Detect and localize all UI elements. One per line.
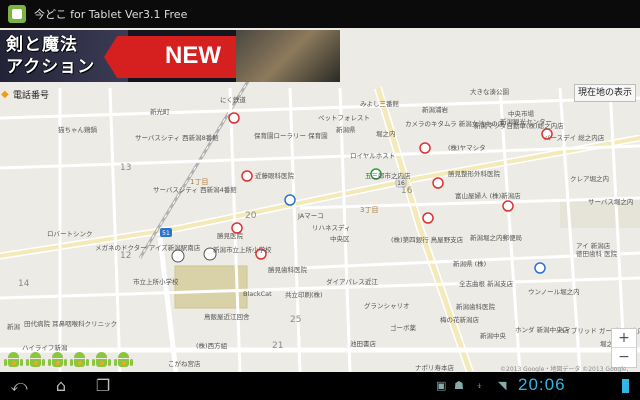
back-icon[interactable]: ⤺	[8, 376, 30, 396]
map-label: サーバスシティ 西新潟4番館	[153, 185, 237, 194]
map-label: 16	[401, 186, 413, 196]
map-label: リハネスディ	[312, 223, 351, 232]
map-label: クレア堀之内	[570, 174, 609, 183]
app-icon	[8, 5, 26, 23]
info-bar: ◆ 電話番号	[0, 86, 49, 102]
system-navigation-bar: ⤺ ⌂ ❐ ▣ ☗ ⍖ ◥ 20:06	[0, 372, 640, 400]
android-icon[interactable]	[69, 352, 90, 370]
app-title: 今どこ for Tablet Ver3.1 Free	[34, 8, 188, 21]
map-label: 近藤眼科医院	[255, 171, 295, 180]
clock: 20:06	[518, 375, 566, 394]
notification-icon: ▣	[436, 379, 447, 392]
map-label: JAマーコ	[297, 212, 324, 220]
map-label: 堀之内	[376, 129, 396, 138]
map-label: 中央市場	[508, 109, 535, 118]
map-label: 3丁目	[360, 206, 378, 214]
map-label: アイ 新潟店	[576, 241, 611, 250]
android-icon[interactable]	[113, 352, 134, 370]
map-label: ダイアパレス近江	[326, 277, 378, 286]
map-label: 中央区	[330, 234, 350, 243]
map-label: 保育園ローラリー 保育園	[254, 131, 328, 140]
ad-banner[interactable]: 剣と魔法 アクション NEW	[0, 30, 340, 82]
map-label: 鳥飯屋近江回舎	[204, 312, 250, 321]
map-label: 新潟歯科医院	[456, 302, 496, 311]
ad-new-label: NEW	[165, 42, 221, 69]
map-label: BlackCat	[243, 290, 272, 298]
map-label: バースデイ 総之内店	[544, 133, 605, 142]
phone-number-label: 電話番号	[13, 90, 50, 101]
map-label: メガネのドクター アイズ新潟駅南店	[95, 243, 201, 252]
map-label: 新潟県 (株)	[453, 259, 486, 268]
map-label: 25	[290, 315, 301, 325]
map-label: ロイヤルホスト	[350, 152, 395, 160]
map-label: 新潟県	[336, 125, 356, 134]
recent-apps-icon[interactable]: ❐	[92, 376, 114, 396]
zoom-in-button[interactable]: +	[612, 329, 636, 348]
map-label: 新潟市立上所小学校	[213, 245, 272, 254]
android-icon[interactable]	[91, 352, 112, 370]
map-label: 梅の花新潟店	[440, 315, 480, 324]
map-label: ゴーボ薬	[390, 323, 417, 332]
map-label: 猫ちゃん鶏鍋	[58, 125, 98, 134]
map-label: こがね宮店	[168, 359, 201, 368]
map-label: 徳田歯科 医院	[576, 249, 618, 258]
android-icon[interactable]	[47, 352, 68, 370]
title-bar: 今どこ for Tablet Ver3.1 Free	[0, 0, 640, 28]
map-label: 勝見医院	[217, 231, 244, 240]
map-label: 共立印刷(株)	[285, 290, 323, 299]
map-label: 勝見整形外科医院	[448, 169, 501, 178]
map-label: 13	[120, 163, 131, 173]
map-label: 14	[18, 279, 30, 289]
map-label: グランシャリオ	[364, 301, 410, 310]
map-label: ハイライフ新潟	[22, 343, 68, 352]
map-label: 新潟	[7, 322, 21, 331]
android-icon[interactable]	[3, 352, 24, 370]
map-label: (株)西方組	[196, 341, 228, 350]
map-label: (株)第四銀行 鳥屋野支店	[391, 235, 464, 244]
current-location-button[interactable]: 現在地の表示	[574, 84, 636, 102]
map-label: 富山屋婦人 (株)新潟店	[455, 191, 521, 200]
map-label: 市立上所小学校	[133, 277, 179, 286]
map-label: 新潟浦岩	[422, 105, 449, 114]
battery-icon	[622, 379, 629, 393]
ad-headline-line1: 剣と魔法	[6, 35, 78, 55]
usb-icon: ⍖	[476, 379, 483, 392]
ad-headline: 剣と魔法 アクション	[6, 34, 95, 78]
map-label: 全志曲根 新潟支店	[459, 279, 514, 288]
map-label: 新潟堀之内郵便局	[470, 233, 522, 242]
zoom-control: + −	[611, 328, 637, 368]
map-label: ウンノール堀之内	[528, 287, 580, 296]
map-label: 大きな湊公園	[470, 87, 509, 96]
android-status-icon: ☗	[454, 379, 464, 392]
home-icon[interactable]: ⌂	[50, 376, 72, 396]
map-label: にく鉄道	[220, 95, 246, 104]
diamond-icon: ◆	[1, 88, 9, 100]
map-label: サーバス堀之内	[588, 197, 633, 206]
map-label: 田代病院 耳鼻咽喉科クリニック	[24, 319, 117, 328]
android-icon[interactable]	[25, 352, 46, 370]
ad-artwork-right	[236, 30, 340, 82]
map-label: 21	[272, 341, 283, 351]
map-label: 1丁目	[190, 178, 208, 186]
map-label: ペットフォレスト	[318, 114, 370, 122]
map-label: (株)ヤマシタ	[448, 143, 486, 152]
map-label: 新潟中央	[480, 331, 507, 340]
map-label: 勝見歯科医院	[268, 265, 308, 274]
map-label: みよし三番館	[360, 99, 400, 108]
android-icon-row	[3, 352, 134, 370]
map-label: 新光町	[150, 107, 170, 116]
svg-text:51: 51	[162, 230, 170, 237]
map-label: ロバートシンク	[47, 230, 93, 238]
wifi-icon: ◥	[498, 379, 507, 392]
map-label: 新潟マツダ自動車(株)総之内店	[474, 121, 564, 130]
map-label: 池田書店	[350, 339, 377, 348]
ad-headline-line2: アクション	[6, 57, 96, 77]
map-label: サーバスシティ 西新潟8番館	[135, 133, 219, 142]
map-label: ナポリ寿本店	[415, 363, 455, 372]
map-label: 20	[245, 211, 257, 221]
map-label: 12	[120, 251, 131, 261]
map-label: 五三郎市之内店	[365, 171, 411, 180]
